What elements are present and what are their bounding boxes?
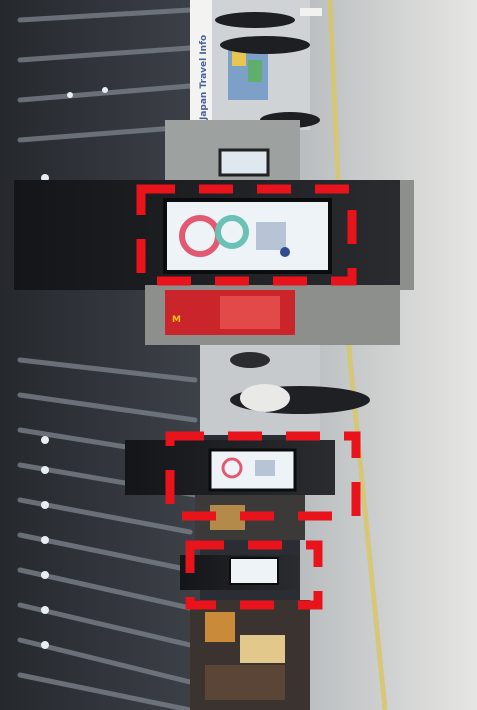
- shop-banner-text: Japan Travel Info: [199, 35, 209, 121]
- signage-text-block: [256, 222, 286, 250]
- shop-poster: [248, 60, 262, 82]
- shop-display: [205, 665, 285, 700]
- floor: [300, 0, 477, 710]
- mcd-logo: M: [172, 315, 181, 325]
- signage-dot: [280, 247, 290, 257]
- pillar-large-base: [400, 180, 414, 290]
- small-top-screen: [218, 148, 270, 177]
- signage-text-block: [255, 460, 275, 476]
- digital-signage-small: [229, 557, 279, 585]
- shop-sign: [205, 612, 235, 642]
- shop-display: [240, 635, 285, 663]
- photo-canvas: Japan Travel Info M: [0, 0, 477, 710]
- mcd-ad-panel: [220, 296, 280, 329]
- station-photo: Japan Travel Info M: [0, 0, 477, 710]
